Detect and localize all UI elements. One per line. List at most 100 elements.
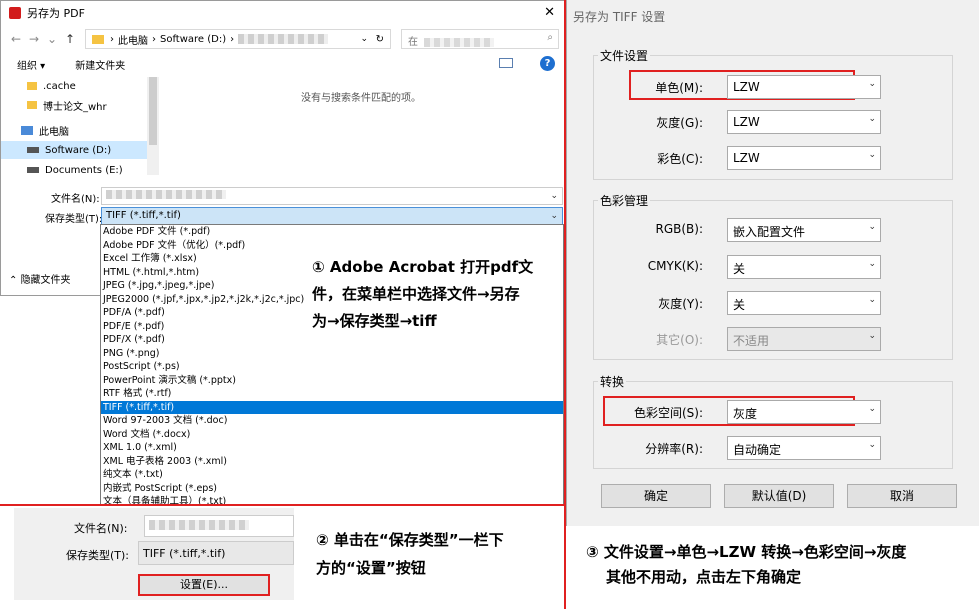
colorspace-select[interactable]: 灰度 ⌄ [727,400,881,424]
other-label: 其它(O): [656,333,703,347]
group-title: 文件设置 [598,47,651,64]
chevron-down-icon: ⌄ [868,114,876,124]
cancel-button[interactable]: 取消 [847,484,957,508]
breadcrumb-item[interactable]: 此电脑 [118,32,148,47]
scrollbar[interactable] [147,77,159,175]
instruction-2: ② 单击在“保存类型”一栏下 方的“设置”按钮 [316,531,504,577]
folder-icon [27,101,37,109]
search-input[interactable]: 在 ⌕ [401,29,559,49]
list-item[interactable]: PDF/X (*.pdf) [101,333,563,347]
list-item[interactable]: Adobe PDF 文件（优化）(*.pdf) [101,239,563,253]
drive-icon [27,167,39,173]
dialog-title: 另存为 PDF [27,7,85,20]
gray-select[interactable]: LZW ⌄ [727,110,881,134]
filetype-select[interactable]: TIFF (*.tiff,*.tif) ⌄ [101,207,563,225]
computer-icon [21,125,33,135]
chevron-down-icon[interactable]: ⌄ [43,32,61,46]
up-icon[interactable]: ↑ [61,32,79,46]
chevron-down-icon[interactable]: ⌄ [360,34,368,44]
tiff-settings-dialog: 另存为 TIFF 设置 文件设置 单色(M): LZW ⌄ 灰度(G): LZW ⌄… [566,0,979,609]
help-icon[interactable]: ? [540,56,555,71]
gray-label: 灰度(G): [656,116,703,130]
filetype-label: 保存类型(T): [45,214,103,225]
breadcrumb[interactable]: › 此电脑 › Software (D:) › ⌄ ↻ [85,29,391,49]
folder-icon [92,34,104,44]
filetype-row: 保存类型(T): TIFF (*.tiff,*.tif) ⌄ [1,207,565,225]
toolbar: 组织 ▾ 新建文件夹 ? [1,53,565,75]
list-item[interactable]: XML 电子表格 2003 (*.xml) [101,455,563,469]
tree-item[interactable]: Software (D:) [1,141,147,159]
instruction-1: ① Adobe Acrobat 打开pdf文 件，在菜单栏中选择文件→另存 为→… [312,258,534,330]
drive-icon [27,147,39,153]
filetype-label: 保存类型(T): [66,549,130,562]
settings-crop: 文件名(N): 保存类型(T): TIFF (*.tiff,*.tif) 设置(… [14,508,294,600]
divider [0,504,566,506]
redacted-path [238,34,329,44]
list-item[interactable]: Adobe PDF 文件 (*.pdf) [101,225,563,239]
chevron-down-icon: ⌄ [868,295,876,305]
view-icon[interactable] [499,58,513,68]
list-item[interactable]: PostScript (*.ps) [101,360,563,374]
list-item[interactable]: RTF 格式 (*.rtf) [101,387,563,401]
group-title: 转换 [598,373,627,390]
rgb-label: RGB(B): [655,222,703,236]
default-button[interactable]: 默认值(D) [724,484,834,508]
list-item[interactable]: Word 文档 (*.docx) [101,428,563,442]
hide-folders-button[interactable]: ⌃ 隐藏文件夹 [9,271,71,286]
list-item[interactable]: 文本（具备辅助工具）(*.txt) [101,495,563,509]
back-icon[interactable]: ← [7,32,25,46]
resolution-select[interactable]: 自动确定 ⌄ [727,436,881,460]
tree-item[interactable]: Documents (E:) [1,161,147,175]
chevron-down-icon: ⌄ [868,331,876,341]
settings-button[interactable]: 设置(E)... [138,574,270,596]
chevron-down-icon: ⌄ [868,79,876,89]
group-title: 色彩管理 [598,192,651,209]
empty-message: 没有与搜索条件匹配的项。 [301,93,421,104]
tree-item[interactable]: 博士论文_whr [1,96,147,114]
gray2-select[interactable]: 关 ⌄ [727,291,881,315]
list-item[interactable]: PNG (*.png) [101,347,563,361]
cmyk-select[interactable]: 关 ⌄ [727,255,881,279]
list-item[interactable]: 纯文本 (*.txt) [101,468,563,482]
title-bar: 另存为 PDF ✕ [1,1,565,25]
search-icon: ⌕ [547,32,553,43]
breadcrumb-item[interactable]: Software (D:) [160,34,226,45]
list-item[interactable]: Word 97-2003 文档 (*.doc) [101,414,563,428]
list-item[interactable]: PowerPoint 演示文稿 (*.pptx) [101,374,563,388]
chevron-down-icon: ⌄ [868,150,876,160]
other-select: 不适用 ⌄ [727,327,881,351]
instruction-3: ③ 文件设置→单色→LZW 转换→色彩空间→灰度 其他不用动，点击左下角确定 [586,540,966,590]
nav-tree: .cache 博士论文_whr 此电脑 Software (D:) Docume… [1,77,159,175]
resolution-label: 分辨率(R): [645,442,703,456]
filename-input[interactable]: ⌄ [101,187,563,205]
chevron-down-icon: ⌄ [868,259,876,269]
filename-input[interactable] [144,515,294,537]
refresh-icon[interactable]: ↻ [376,34,384,45]
list-item[interactable]: XML 1.0 (*.xml) [101,441,563,455]
gray2-label: 灰度(Y): [658,297,703,311]
chevron-down-icon[interactable]: ⌄ [550,191,558,201]
cmyk-label: CMYK(K): [647,259,703,273]
mono-select[interactable]: LZW ⌄ [727,75,881,99]
color-label: 彩色(C): [657,152,703,166]
tree-item[interactable]: 此电脑 [1,121,147,139]
close-icon[interactable]: ✕ [544,5,555,20]
list-item[interactable]: 内嵌式 PostScript (*.eps) [101,482,563,496]
chevron-down-icon: ⌄ [868,440,876,450]
tree-item[interactable]: .cache [1,77,147,95]
mono-label: 单色(M): [655,81,703,95]
address-bar: ← → ⌄ ↑ › 此电脑 › Software (D:) › ⌄ ↻ 在 ⌕ [1,27,565,51]
forward-icon[interactable]: → [25,32,43,46]
filename-label: 文件名(N): [74,522,128,535]
organize-button[interactable]: 组织 ▾ [17,57,45,72]
color-select[interactable]: LZW ⌄ [727,146,881,170]
new-folder-button[interactable]: 新建文件夹 [75,57,125,72]
rgb-select[interactable]: 嵌入配置文件 ⌄ [727,218,881,242]
ok-button[interactable]: 确定 [601,484,711,508]
filetype-select[interactable]: TIFF (*.tiff,*.tif) [138,541,294,565]
list-item-selected[interactable]: TIFF (*.tiff,*.tif) [101,400,563,414]
chevron-down-icon: ⌄ [550,211,558,221]
filename-row: 文件名(N): ⌄ [1,187,565,205]
dialog-title: 另存为 TIFF 设置 [573,10,666,24]
chevron-down-icon: ⌄ [868,404,876,414]
